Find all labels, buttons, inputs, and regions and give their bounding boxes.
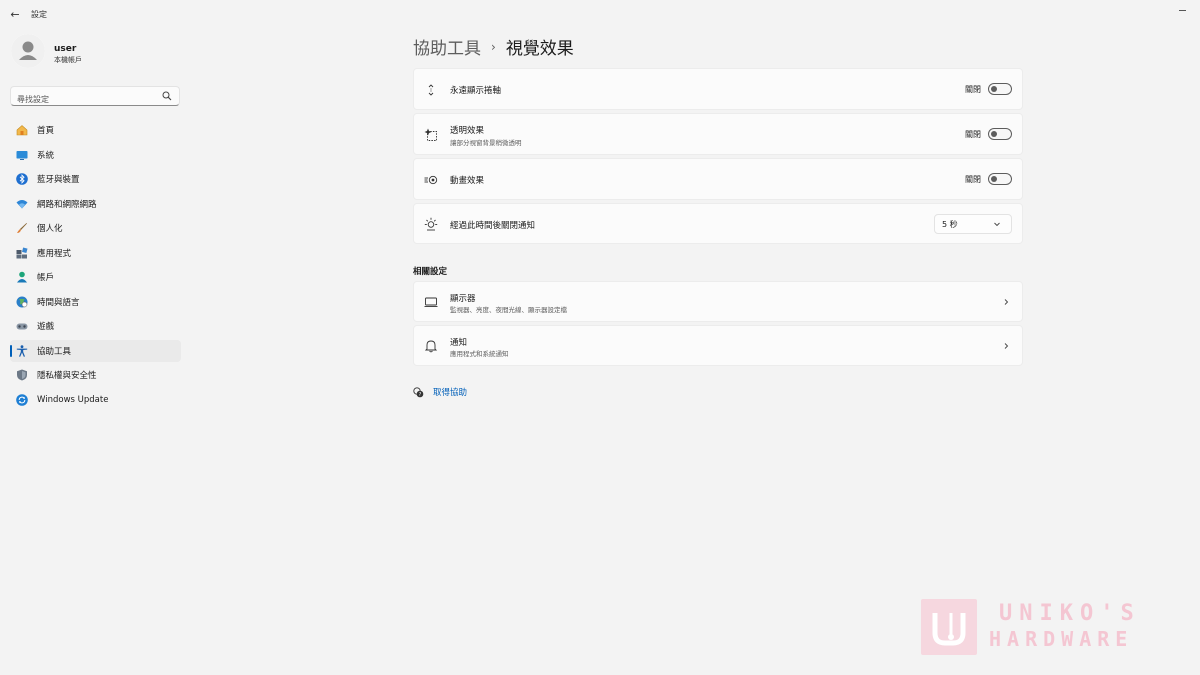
- notification-timeout-dropdown[interactable]: 5 秒: [934, 214, 1012, 234]
- animation-toggle-group: 關閉: [965, 173, 1012, 185]
- watermark-line1: UNIKO'S: [999, 601, 1141, 626]
- sidebar-item-label: 網路和網際網路: [37, 199, 97, 210]
- scrollbars-toggle[interactable]: [988, 83, 1012, 95]
- sidebar-item-accessibility[interactable]: 協助工具: [10, 339, 181, 362]
- related-notifications[interactable]: 通知 應用程式和系統通知: [413, 325, 1023, 366]
- setting-scrollbars: 永遠顯示捲軸 關閉: [413, 68, 1023, 110]
- sidebar-item-apps[interactable]: 應用程式: [10, 242, 181, 264]
- watermark-logo: [921, 599, 977, 655]
- toggle-state-label: 關閉: [965, 174, 981, 184]
- system-icon: [16, 150, 28, 160]
- help-icon: ?: [413, 386, 424, 398]
- watermark-line2: HARDWARE: [989, 627, 1134, 651]
- monitor-icon: [424, 297, 438, 307]
- person-icon: [11, 34, 45, 68]
- sidebar-item-privacy[interactable]: 隱私權與安全性: [10, 364, 181, 386]
- account-icon: [17, 271, 27, 283]
- setting-notification-timeout: 經過此時間後關閉通知 5 秒: [413, 203, 1023, 244]
- setting-title: 經過此時間後關閉通知: [450, 221, 536, 231]
- toggle-state-label: 關閉: [965, 84, 981, 94]
- search-icon[interactable]: [162, 91, 172, 101]
- bluetooth-icon: [16, 173, 28, 185]
- sidebar-item-label: Windows Update: [37, 394, 109, 405]
- sidebar-item-label: 首頁: [37, 126, 55, 136]
- setting-animation: 動畫效果 關閉: [413, 158, 1023, 200]
- sidebar-item-label: 系統: [37, 150, 55, 161]
- sidebar-item-personalization[interactable]: 個人化: [10, 217, 181, 239]
- sidebar-item-label: 遊戲: [37, 322, 55, 332]
- sidebar-item-bluetooth[interactable]: 藍牙與裝置: [10, 168, 181, 190]
- related-settings-heading: 相關設定: [413, 267, 448, 277]
- gamepad-icon: [16, 323, 28, 330]
- breadcrumb-parent[interactable]: 協助工具: [413, 34, 481, 59]
- sidebar-item-label: 帳戶: [37, 273, 55, 283]
- sidebar-item-label: 時間與語言: [37, 297, 80, 308]
- get-help-label: 取得協助: [433, 388, 468, 398]
- animation-toggle[interactable]: [988, 173, 1012, 185]
- sidebar-item-label: 個人化: [37, 224, 63, 234]
- setting-subtitle: 讓部分視窗背景稍微透明: [450, 139, 522, 147]
- page-title: 視覺效果: [505, 39, 574, 59]
- minimize-icon[interactable]: [1177, 6, 1189, 16]
- wifi-icon: [16, 199, 28, 208]
- home-icon: [16, 125, 28, 136]
- chevron-down-icon: [994, 222, 1000, 227]
- related-display[interactable]: 顯示器 監視器、亮度、夜間光線、顯示器設定檔: [413, 281, 1023, 322]
- search-box[interactable]: [10, 86, 180, 109]
- setting-transparency: 透明效果 讓部分視窗背景稍微透明 關閉: [413, 113, 1023, 155]
- setting-subtitle: 監視器、亮度、夜間光線、顯示器設定檔: [450, 306, 567, 314]
- user-name: user: [54, 44, 77, 54]
- sidebar-nav: 首頁 系統 藍牙與裝置 網路和網際網路 個人化 應用程式 帳戶 時間與語言 遊戲…: [10, 119, 181, 413]
- setting-title: 永遠顯示捲軸: [450, 86, 502, 96]
- globe-icon: [16, 296, 28, 307]
- dropdown-value: 5 秒: [942, 219, 958, 229]
- chevron-right-icon: [1004, 299, 1009, 305]
- sidebar-item-gaming[interactable]: 遊戲: [10, 315, 181, 337]
- account-type: 本機帳戶: [54, 56, 82, 64]
- sidebar-item-label: 應用程式: [37, 248, 72, 259]
- setting-title: 顯示器: [450, 294, 476, 304]
- transparency-toggle[interactable]: [988, 128, 1012, 140]
- setting-title: 透明效果: [450, 126, 485, 136]
- get-help-link[interactable]: ? 取得協助: [413, 386, 467, 398]
- chevron-right-icon: [1004, 343, 1009, 349]
- animation-icon: [424, 175, 438, 185]
- apps-icon: [16, 246, 28, 258]
- sidebar-item-windows-update[interactable]: Windows Update: [10, 389, 181, 411]
- sidebar-item-label: 協助工具: [37, 346, 72, 357]
- update-icon: [16, 393, 28, 406]
- app-title: 設定: [31, 10, 47, 19]
- sidebar-item-home[interactable]: 首頁: [10, 119, 181, 141]
- breadcrumb: 協助工具 › 視覺效果: [413, 34, 574, 59]
- search-input[interactable]: [11, 90, 151, 109]
- setting-subtitle: 應用程式和系統通知: [450, 350, 509, 358]
- transparency-icon: [424, 128, 437, 141]
- sidebar-item-time-language[interactable]: 時間與語言: [10, 291, 181, 313]
- sidebar-item-label: 隱私權與安全性: [37, 371, 97, 381]
- toggle-state-label: 關閉: [965, 129, 981, 139]
- sidebar-item-system[interactable]: 系統: [10, 144, 181, 166]
- brightness-icon: [424, 217, 438, 231]
- scrollbar-icon: [428, 84, 434, 96]
- watermark-logo-icon: [932, 613, 966, 646]
- sidebar-item-accounts[interactable]: 帳戶: [10, 266, 181, 288]
- title-bar: ← 設定: [0, 0, 1200, 30]
- accessibility-icon: [16, 344, 28, 357]
- sidebar-item-network[interactable]: 網路和網際網路: [10, 193, 181, 215]
- shield-icon: [17, 369, 27, 381]
- brush-icon: [17, 223, 27, 233]
- avatar[interactable]: [11, 34, 45, 68]
- sidebar-item-label: 藍牙與裝置: [37, 175, 80, 185]
- back-arrow-icon[interactable]: ←: [8, 8, 22, 22]
- setting-title: 通知: [450, 338, 468, 348]
- setting-title: 動畫效果: [450, 176, 485, 186]
- bell-icon: [424, 340, 438, 353]
- breadcrumb-separator: ›: [491, 39, 496, 54]
- transparency-toggle-group: 關閉: [965, 128, 1012, 140]
- scrollbars-toggle-group: 關閉: [965, 83, 1012, 95]
- svg-text:?: ?: [419, 392, 422, 398]
